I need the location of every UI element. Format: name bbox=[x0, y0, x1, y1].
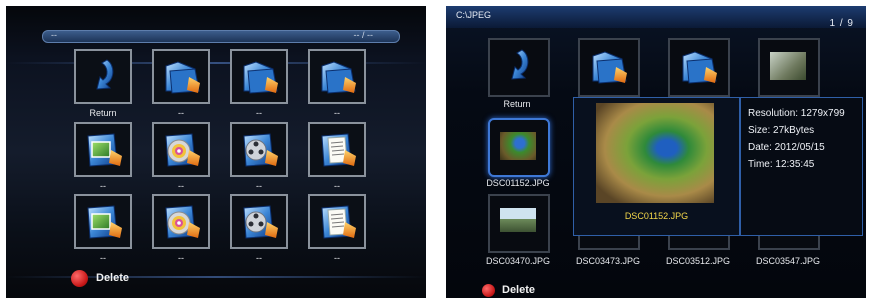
folder-item[interactable] bbox=[578, 38, 640, 97]
file-browser-left-screen: -- -- / -- Return -- -- -- -- -- -- -- -… bbox=[6, 6, 426, 298]
resolution-text: Resolution: 1279x799 bbox=[748, 108, 845, 119]
red-button-icon[interactable] bbox=[482, 284, 495, 297]
music-file-item[interactable]: -- bbox=[152, 194, 210, 263]
page-indicator: 1 / 9 bbox=[829, 18, 854, 29]
video-file-item[interactable]: -- bbox=[230, 122, 288, 191]
file-name: DSC03512.JPG bbox=[665, 256, 731, 266]
item-label: -- bbox=[178, 108, 184, 118]
return-label: Return bbox=[503, 99, 531, 109]
file-name: DSC03470.JPG bbox=[485, 256, 551, 266]
return-item[interactable] bbox=[488, 38, 550, 97]
file-info-panel: Resolution: 1279x799 Size: 27kBytes Date… bbox=[740, 97, 863, 236]
date-text: Date: 2012/05/15 bbox=[748, 142, 825, 153]
file-item[interactable] bbox=[578, 236, 640, 250]
preview-panel: DSC01152.JPG bbox=[573, 97, 740, 236]
item-label: -- bbox=[334, 108, 340, 118]
text-file-item[interactable]: -- bbox=[308, 122, 366, 191]
folder-icon bbox=[240, 57, 280, 97]
item-label: Return bbox=[89, 108, 117, 118]
video-file-item[interactable]: -- bbox=[230, 194, 288, 263]
file-item[interactable] bbox=[668, 236, 730, 250]
return-arrow-icon bbox=[84, 57, 124, 97]
folder-icon bbox=[162, 57, 202, 97]
delete-label: Delete bbox=[502, 284, 536, 296]
item-label: -- bbox=[256, 181, 262, 191]
photo-thumbnail bbox=[770, 52, 806, 80]
music-disc-icon bbox=[162, 202, 202, 242]
page-indicator: -- / -- bbox=[353, 30, 374, 40]
item-label: -- bbox=[178, 181, 184, 191]
item-label: -- bbox=[334, 181, 340, 191]
item-label: -- bbox=[256, 108, 262, 118]
path-bar: -- -- / -- bbox=[42, 30, 400, 43]
photo-thumbnail bbox=[500, 208, 536, 232]
photo-file-item[interactable]: -- bbox=[74, 194, 132, 263]
item-label: -- bbox=[178, 253, 184, 263]
file-name: DSC03547.JPG bbox=[755, 256, 821, 266]
folder-item[interactable] bbox=[668, 38, 730, 97]
delete-label: Delete bbox=[96, 272, 130, 284]
return-item[interactable]: Return bbox=[74, 49, 132, 118]
item-label: -- bbox=[334, 253, 340, 263]
text-document-icon bbox=[318, 130, 358, 170]
item-label: -- bbox=[100, 253, 106, 263]
selected-file-item[interactable] bbox=[488, 118, 550, 177]
item-label: -- bbox=[100, 181, 106, 191]
photo-thumbnail bbox=[500, 132, 536, 160]
photo-browser-right-screen: C:\JPEG 1 / 9 Return DSC01152.JPG DSC011… bbox=[446, 6, 866, 298]
text-file-item[interactable]: -- bbox=[308, 194, 366, 263]
photo-file-icon bbox=[84, 202, 124, 242]
item-label: -- bbox=[256, 253, 262, 263]
photo-file-icon bbox=[84, 130, 124, 170]
text-document-icon bbox=[318, 202, 358, 242]
file-name: DSC03473.JPG bbox=[575, 256, 641, 266]
photo-preview-image bbox=[596, 103, 714, 203]
folder-item[interactable]: -- bbox=[230, 49, 288, 118]
time-text: Time: 12:35:45 bbox=[748, 159, 815, 170]
music-disc-icon bbox=[162, 130, 202, 170]
file-name: DSC01152.JPG bbox=[486, 178, 550, 188]
return-arrow-icon bbox=[499, 47, 539, 87]
photo-thumbnail-item[interactable] bbox=[758, 38, 820, 97]
path-text: C:\JPEG bbox=[456, 10, 492, 20]
music-file-item[interactable]: -- bbox=[152, 122, 210, 191]
divider bbox=[6, 276, 426, 278]
folder-icon bbox=[589, 47, 629, 87]
folder-icon bbox=[318, 57, 358, 97]
folder-icon bbox=[679, 47, 719, 87]
path-text: -- bbox=[51, 30, 57, 40]
file-item[interactable] bbox=[488, 194, 550, 253]
photo-file-item[interactable]: -- bbox=[74, 122, 132, 191]
folder-item[interactable]: -- bbox=[152, 49, 210, 118]
size-text: Size: 27kBytes bbox=[748, 125, 815, 136]
header-bar bbox=[446, 6, 866, 28]
folder-item[interactable]: -- bbox=[308, 49, 366, 118]
film-reel-icon bbox=[240, 202, 280, 242]
preview-caption: DSC01152.JPG bbox=[624, 211, 689, 221]
film-reel-icon bbox=[240, 130, 280, 170]
file-item[interactable] bbox=[758, 236, 820, 250]
red-button-icon[interactable] bbox=[71, 270, 88, 287]
